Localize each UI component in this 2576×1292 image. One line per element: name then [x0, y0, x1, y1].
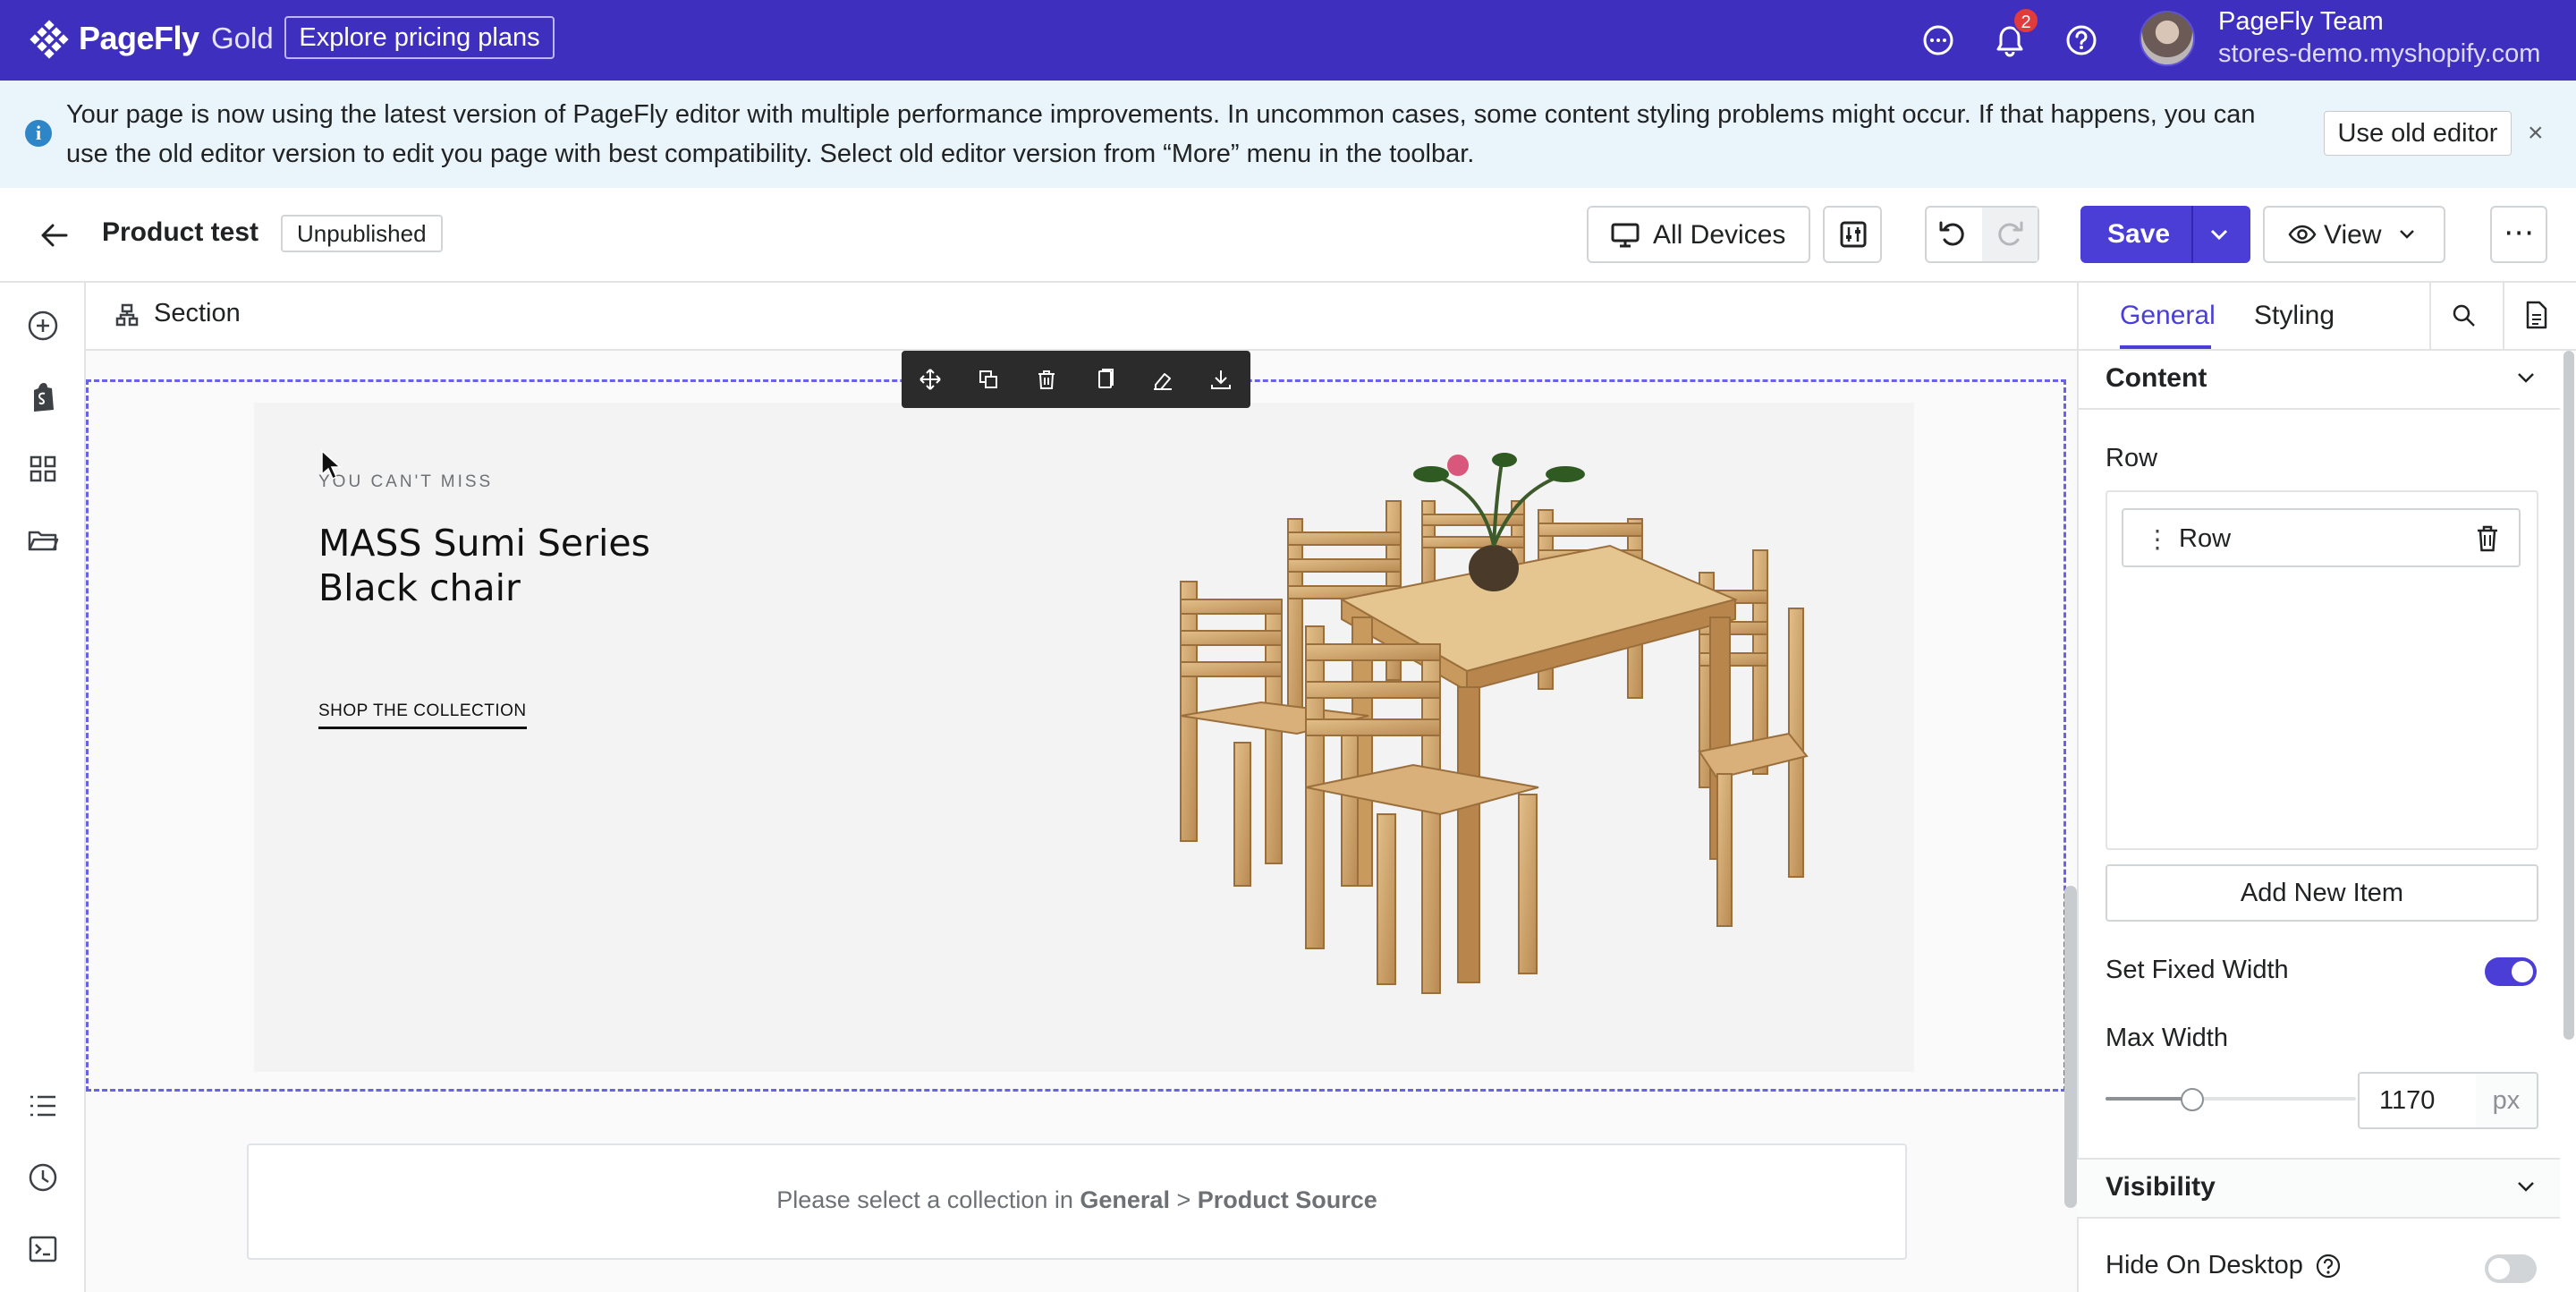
desktop-icon [1610, 222, 1640, 249]
help-icon[interactable] [2063, 21, 2100, 59]
hero-title-line1: MASS Sumi Series [318, 522, 650, 565]
visibility-heading[interactable]: Visibility [2106, 1172, 2216, 1203]
collection-notice-separator: > [1169, 1186, 1198, 1213]
close-icon[interactable]: × [2528, 118, 2544, 149]
help-icon[interactable] [2315, 1253, 2342, 1279]
notification-badge: 2 [2012, 7, 2039, 34]
user-name[interactable]: PageFly Team [2218, 7, 2384, 37]
back-arrow-icon[interactable] [39, 220, 70, 251]
content-divider [2077, 408, 2560, 410]
explore-pricing-button[interactable]: Explore pricing plans [284, 16, 555, 59]
chat-icon[interactable] [1919, 21, 1957, 59]
paint-icon[interactable] [1150, 367, 1175, 392]
slider-thumb[interactable] [2181, 1088, 2204, 1111]
slider-fill [2106, 1097, 2191, 1101]
tabs-divider [2077, 349, 2576, 351]
grid-icon[interactable] [27, 453, 59, 485]
collection-notice-product-source: Product Source [1197, 1186, 1377, 1213]
toggle-knob [2488, 1258, 2510, 1279]
shopify-icon[interactable] [27, 381, 59, 413]
chevron-down-icon[interactable] [2207, 225, 2231, 243]
element-floating-toolbar [902, 351, 1250, 408]
view-label: View [2324, 220, 2382, 250]
status-badge: Unpublished [281, 215, 443, 252]
toggle-knob [2512, 961, 2533, 982]
save-divider [2191, 206, 2193, 263]
undo-icon[interactable] [1937, 218, 1968, 249]
tab-general[interactable]: General [2120, 301, 2216, 331]
chevron-down-icon[interactable] [2515, 1179, 2537, 1194]
hero-title[interactable]: MASS Sumi Series Black chair [318, 521, 650, 610]
breadcrumb-section[interactable]: Section [154, 299, 241, 328]
devices-label: All Devices [1653, 220, 1786, 250]
collection-notice-prefix: Please select a collection in [776, 1186, 1080, 1213]
document-icon[interactable] [2524, 301, 2549, 329]
add-element-icon[interactable] [27, 310, 59, 342]
delete-icon[interactable] [1034, 367, 1059, 392]
pagefly-logo-icon [29, 20, 70, 61]
drag-handle-icon[interactable]: ⋮ [2145, 524, 2170, 554]
mouse-cursor-icon [320, 449, 342, 480]
page-title[interactable]: Product test [102, 217, 258, 248]
tab-styling[interactable]: Styling [2254, 301, 2334, 331]
max-width-unit: px [2476, 1072, 2538, 1129]
banner-message: Your page is now using the latest versio… [66, 100, 2256, 168]
copy-icon[interactable] [1092, 367, 1117, 392]
tab-separator [2429, 283, 2431, 351]
eye-icon [2288, 222, 2317, 247]
avatar[interactable] [2140, 11, 2195, 66]
trash-icon[interactable] [2474, 524, 2501, 553]
save-label: Save [2107, 219, 2171, 249]
shop-collection-link[interactable]: SHOP THE COLLECTION [318, 701, 527, 729]
content-heading[interactable]: Content [2106, 363, 2207, 394]
user-store[interactable]: stores-demo.myshopify.com [2218, 39, 2540, 69]
move-icon[interactable] [918, 367, 943, 392]
canvas-scrollbar[interactable] [2064, 886, 2077, 1208]
max-width-label: Max Width [2106, 1024, 2228, 1052]
brand-tier: Gold [211, 21, 274, 55]
chevron-down-icon[interactable] [2515, 370, 2537, 385]
collection-notice-general: General [1080, 1186, 1170, 1213]
info-icon: i [25, 120, 52, 147]
sliders-icon [1838, 219, 1868, 250]
list-item-label: Row [2179, 524, 2232, 553]
view-chevron-down-icon [2397, 227, 2417, 242]
hero-title-line2: Black chair [318, 566, 521, 609]
redo-icon [1995, 218, 2025, 249]
max-width-input[interactable]: 1170 [2358, 1072, 2478, 1129]
section-tree-icon [114, 302, 140, 327]
folder-icon[interactable] [27, 524, 59, 557]
panel-scrollbar[interactable] [2563, 351, 2574, 1040]
layers-list-icon[interactable] [27, 1090, 59, 1122]
dining-set-image[interactable] [1163, 447, 1843, 1020]
hero-kicker[interactable]: YOU CAN'T MISS [318, 472, 493, 492]
row-label: Row [2106, 444, 2158, 472]
collection-notice: Please select a collection in General > … [247, 1186, 1907, 1214]
left-sidebar [0, 283, 86, 1292]
brand-name: PageFly [79, 20, 199, 56]
tab-separator [2503, 283, 2504, 351]
search-icon[interactable] [2451, 302, 2478, 329]
hide-on-desktop-label: Hide On Desktop [2106, 1251, 2303, 1279]
history-clock-icon[interactable] [27, 1161, 59, 1194]
add-new-item-button[interactable]: Add New Item [2106, 864, 2538, 922]
code-terminal-icon[interactable] [27, 1233, 59, 1265]
more-icon: ⋯ [2504, 216, 2534, 250]
duplicate-icon[interactable] [976, 367, 1001, 392]
save-download-icon[interactable] [1208, 367, 1233, 392]
fixed-width-label: Set Fixed Width [2106, 956, 2289, 984]
more-button[interactable]: ⋯ [2490, 206, 2547, 263]
use-old-editor-button[interactable]: Use old editor [2324, 111, 2512, 156]
breadcrumb [86, 283, 2077, 351]
